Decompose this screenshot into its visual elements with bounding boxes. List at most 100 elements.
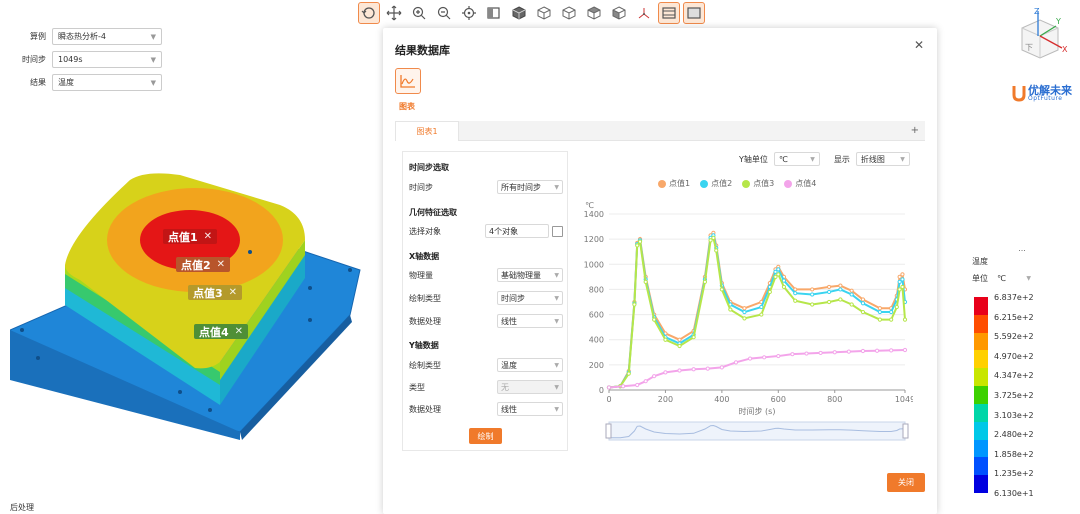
legend-color-swatch bbox=[974, 421, 988, 440]
legend-unit-select[interactable]: ℃ ▼ bbox=[994, 271, 1034, 285]
legend-item[interactable]: 点值2 bbox=[700, 178, 732, 189]
legend-label: 点值1 bbox=[669, 179, 691, 188]
data-point bbox=[860, 309, 866, 315]
logo-mark-icon bbox=[1012, 86, 1026, 102]
temperature-line-chart[interactable]: 0 200 400 600 800 1000 1200 1400 0 200 400 600 800 10… bbox=[573, 193, 913, 478]
y-tick-label: 200 bbox=[589, 361, 604, 370]
time-select[interactable]: 所有时间步 ▼ bbox=[497, 180, 563, 194]
add-tab-button[interactable]: + bbox=[911, 125, 919, 136]
face-label: 下 bbox=[1025, 43, 1033, 52]
pan-tool-button[interactable] bbox=[383, 2, 405, 24]
dialog-close-button[interactable]: 关闭 bbox=[887, 473, 925, 492]
fit-view-button[interactable] bbox=[458, 2, 480, 24]
y-proc-select[interactable]: 线性 ▼ bbox=[497, 402, 563, 416]
legend-title: 温度 bbox=[972, 257, 988, 266]
y-tick-label: 0 bbox=[599, 386, 604, 395]
close-icon[interactable]: ✕ bbox=[229, 287, 237, 298]
draw-button[interactable]: 绘制 bbox=[469, 428, 502, 444]
data-point bbox=[849, 288, 854, 293]
data-point bbox=[804, 351, 809, 356]
x-phys-value: 基础物理量 bbox=[501, 270, 541, 280]
data-point bbox=[643, 379, 648, 384]
data-point bbox=[691, 335, 696, 340]
time-label: 时间步 bbox=[409, 182, 433, 192]
legend-color-swatch bbox=[974, 350, 988, 369]
data-point bbox=[714, 248, 719, 253]
legend-item[interactable]: 点值3 bbox=[742, 178, 774, 189]
view-iso-button[interactable] bbox=[508, 2, 530, 24]
x-phys-label: 物理量 bbox=[409, 270, 433, 280]
section-view-button[interactable] bbox=[483, 2, 505, 24]
cube-front-icon bbox=[537, 6, 551, 20]
result-value: 温度 bbox=[58, 78, 74, 87]
legend-item[interactable]: 点值4 bbox=[784, 178, 816, 189]
geo-label: 选择对象 bbox=[409, 226, 441, 236]
step-row: 时间步 1049s ▼ bbox=[10, 51, 162, 68]
show-select[interactable]: 折线图 ▼ bbox=[855, 152, 910, 166]
show-label: 显示 bbox=[833, 154, 850, 164]
show-value: 折线图 bbox=[860, 154, 885, 164]
data-point bbox=[781, 284, 787, 290]
series-line bbox=[608, 349, 906, 389]
data-point bbox=[742, 309, 747, 315]
orientation-cube[interactable]: Z Y X 下 bbox=[1010, 6, 1070, 64]
y-type-label: 绘制类型 bbox=[409, 360, 441, 370]
data-point bbox=[849, 292, 854, 297]
y-type-value: 温度 bbox=[501, 360, 517, 370]
close-icon[interactable]: ✕ bbox=[914, 38, 924, 52]
data-point bbox=[860, 297, 866, 302]
render-mode-button[interactable] bbox=[683, 2, 705, 24]
legend-more-icon[interactable]: ... bbox=[972, 244, 1072, 253]
probe-label-2[interactable]: 点值2 ✕ bbox=[176, 257, 231, 272]
model-viewport[interactable] bbox=[10, 170, 370, 440]
legend-value-label: 1.235e+2 bbox=[994, 469, 1034, 479]
axis-toggle-button[interactable] bbox=[633, 2, 655, 24]
data-point bbox=[643, 279, 648, 284]
rotate-tool-button[interactable] bbox=[358, 2, 380, 24]
yunit-select[interactable]: ℃ ▼ bbox=[773, 152, 820, 166]
probe-label-3[interactable]: 点值3 ✕ bbox=[188, 285, 243, 300]
tab-chart-1[interactable]: 图表1 bbox=[395, 121, 459, 141]
chart-tool-button[interactable] bbox=[395, 68, 421, 94]
legend-item[interactable]: 点值1 bbox=[658, 178, 690, 189]
probe-label-4[interactable]: 点值4 ✕ bbox=[194, 324, 249, 339]
zoom-handle-left bbox=[605, 423, 612, 439]
y-section-title: Y轴数据 bbox=[409, 341, 439, 350]
data-point bbox=[897, 274, 902, 279]
data-point bbox=[846, 349, 851, 354]
data-point bbox=[632, 302, 637, 307]
data-point bbox=[832, 350, 837, 355]
x-type-row: 绘制类型 时间步 ▼ bbox=[409, 291, 563, 305]
y-type-select[interactable]: 温度 ▼ bbox=[497, 358, 563, 372]
zoom-in-icon bbox=[412, 6, 426, 20]
case-value: 瞬态热分析-4 bbox=[58, 32, 106, 41]
close-icon[interactable]: ✕ bbox=[204, 231, 212, 242]
view-bottom-button[interactable] bbox=[608, 2, 630, 24]
view-front-button[interactable] bbox=[533, 2, 555, 24]
x-proc-select[interactable]: 线性 ▼ bbox=[497, 314, 563, 328]
x-phys-select[interactable]: 基础物理量 ▼ bbox=[497, 268, 563, 282]
zoom-out-button[interactable] bbox=[433, 2, 455, 24]
close-icon[interactable]: ✕ bbox=[217, 259, 225, 270]
data-point bbox=[900, 277, 905, 282]
postprocess-label: 后处理 bbox=[10, 503, 34, 512]
data-point bbox=[652, 374, 657, 379]
probe-label-1[interactable]: 点值1 ✕ bbox=[163, 229, 218, 244]
list-icon[interactable] bbox=[552, 225, 563, 237]
y-proc-value: 线性 bbox=[501, 404, 517, 414]
view-back-button[interactable] bbox=[558, 2, 580, 24]
x-type-select[interactable]: 时间步 ▼ bbox=[497, 291, 563, 305]
zoom-in-button[interactable] bbox=[408, 2, 430, 24]
legend-value-label: 6.130e+1 bbox=[994, 489, 1034, 498]
legend-value-label: 4.970e+2 bbox=[994, 351, 1034, 361]
data-point bbox=[897, 279, 902, 284]
display-mode-button[interactable] bbox=[658, 2, 680, 24]
step-select[interactable]: 1049s ▼ bbox=[52, 51, 162, 68]
geo-object-field[interactable]: 4个对象 bbox=[485, 224, 549, 238]
close-icon[interactable]: ✕ bbox=[235, 326, 243, 337]
step-label: 时间步 bbox=[22, 55, 46, 64]
case-select[interactable]: 瞬态热分析-4 ▼ bbox=[52, 28, 162, 45]
result-select[interactable]: 温度 ▼ bbox=[52, 74, 162, 91]
cube-solid-icon bbox=[512, 6, 526, 20]
view-top-button[interactable] bbox=[583, 2, 605, 24]
